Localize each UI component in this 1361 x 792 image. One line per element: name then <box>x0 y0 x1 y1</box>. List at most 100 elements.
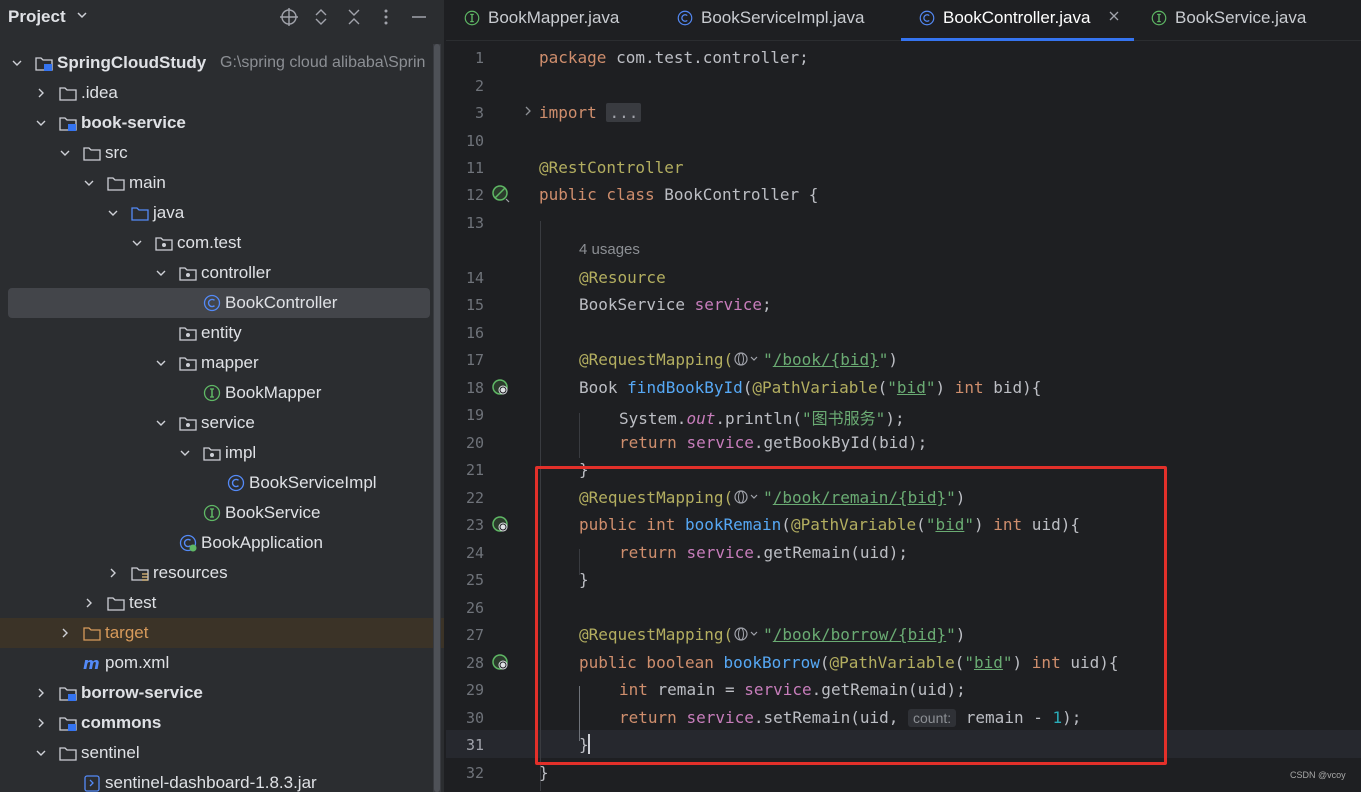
tree-item-label: target <box>105 623 149 642</box>
editor-tab-bar: BookMapper.java BookServiceImpl.java Boo… <box>446 0 1361 41</box>
chevron-right-icon[interactable] <box>82 596 96 610</box>
code-text: bid){ <box>983 378 1042 397</box>
tree-item-impl[interactable]: impl <box>0 438 444 468</box>
field-name: service <box>694 295 763 314</box>
web-endpoint-icon[interactable] <box>491 378 511 398</box>
chevron-down-icon[interactable] <box>76 9 88 21</box>
line-number: 30 <box>465 709 484 727</box>
web-endpoint-icon[interactable] <box>491 653 511 673</box>
tree-item-commons[interactable]: commons <box>0 708 444 738</box>
locate-icon[interactable] <box>279 7 299 27</box>
line-number: 21 <box>465 461 484 479</box>
tree-item-bookservice[interactable]: BookService <box>0 498 444 528</box>
collapse-all-icon[interactable] <box>344 7 364 27</box>
tree-item-sentinel[interactable]: sentinel <box>0 738 444 768</box>
web-endpoint-icon[interactable] <box>491 515 511 535</box>
tree-item-test[interactable]: test <box>0 588 444 618</box>
url-path[interactable]: /book/{bid} <box>773 350 879 369</box>
chevron-down-icon[interactable] <box>154 356 168 370</box>
usages-hint[interactable]: 4 usages <box>579 241 640 258</box>
tree-item-sentinel-dashboard-1-8-3-jar[interactable]: sentinel-dashboard-1.8.3.jar <box>0 768 444 792</box>
tree-item-bookapplication[interactable]: BookApplication <box>0 528 444 558</box>
tree-item-book-service[interactable]: book-service <box>0 108 444 138</box>
code-text: com.test.controller; <box>606 48 809 67</box>
module-folder-icon <box>59 687 77 701</box>
project-title[interactable]: Project <box>8 7 66 27</box>
spring-bean-icon[interactable] <box>491 184 511 204</box>
tree-item-label: test <box>129 593 157 612</box>
chevron-down-icon[interactable] <box>34 746 48 760</box>
chevron-down-icon[interactable] <box>106 206 120 220</box>
keyword: int <box>954 378 984 397</box>
resources-folder-icon <box>131 567 149 581</box>
code-text: ) <box>935 378 955 397</box>
tree-item-label: BookApplication <box>201 533 323 552</box>
tree-item-main[interactable]: main <box>0 168 444 198</box>
jar-icon <box>84 775 100 792</box>
more-options-icon[interactable] <box>376 7 396 27</box>
tree-item-src[interactable]: src <box>0 138 444 168</box>
chevron-down-icon[interactable] <box>130 236 144 250</box>
chevron-down-icon[interactable] <box>154 416 168 430</box>
tree-item-target[interactable]: target <box>0 618 444 648</box>
chevron-down-icon[interactable] <box>82 176 96 190</box>
tree-item-service[interactable]: service <box>0 408 444 438</box>
tree-item-springcloudstudy[interactable]: SpringCloudStudy G:\spring cloud alibaba\… <box>0 48 444 78</box>
tree-item-java[interactable]: java <box>0 198 444 228</box>
tree-item-borrow-service[interactable]: borrow-service <box>0 678 444 708</box>
package-icon <box>179 327 197 341</box>
tree-item-bookmapper[interactable]: BookMapper <box>0 378 444 408</box>
globe-icon[interactable] <box>733 351 763 367</box>
chevron-right-icon[interactable] <box>34 86 48 100</box>
keyword: package <box>539 48 607 67</box>
class-icon <box>227 474 245 492</box>
chevron-down-icon[interactable] <box>154 266 168 280</box>
folded-imports[interactable]: ... <box>606 103 642 122</box>
spring-class-icon <box>179 534 197 552</box>
code-line-17: @RequestMapping("/book/{bid}") <box>579 350 898 369</box>
svg-text:m: m <box>83 654 100 672</box>
tree-item-com-test[interactable]: com.test <box>0 228 444 258</box>
class-icon <box>919 10 935 26</box>
package-icon <box>203 447 221 461</box>
chevron-down-icon[interactable] <box>58 146 72 160</box>
package-icon <box>155 237 173 251</box>
module-folder-icon <box>59 717 77 731</box>
fold-expand-icon[interactable] <box>523 105 533 117</box>
close-icon[interactable] <box>1108 10 1120 22</box>
tree-item-label: BookService <box>225 503 321 522</box>
tree-item-bookserviceimpl[interactable]: BookServiceImpl <box>0 468 444 498</box>
tree-item-pom-xml[interactable]: m pom.xml <box>0 648 444 678</box>
chevron-right-icon[interactable] <box>58 626 72 640</box>
chevron-right-icon[interactable] <box>106 566 120 580</box>
tree-item-idea[interactable]: .idea <box>0 78 444 108</box>
line-number: 31 <box>465 736 484 754</box>
tree-item-resources[interactable]: resources <box>0 558 444 588</box>
tree-item-mapper[interactable]: mapper <box>0 348 444 378</box>
chevron-down-icon[interactable] <box>10 56 24 70</box>
line-number: 26 <box>465 599 484 617</box>
line-number: 17 <box>465 351 484 369</box>
line-number: 16 <box>465 324 484 342</box>
package-icon <box>179 417 197 431</box>
tree-item-controller[interactable]: controller <box>0 258 444 288</box>
tree-item-entity[interactable]: entity <box>0 318 444 348</box>
module-folder-icon <box>59 117 77 131</box>
tree-item-label: src <box>105 143 128 162</box>
editor-gutter: 1 2 3 10 11 12 13 14 15 16 17 18 19 20 21 22 23 24 25 26 27 2… <box>446 41 536 792</box>
line-number: 10 <box>465 132 484 150</box>
code-text: System. <box>619 409 687 428</box>
line-number: 32 <box>465 764 484 782</box>
panel-scrollbar-thumb[interactable] <box>434 44 440 792</box>
chevron-right-icon[interactable] <box>34 686 48 700</box>
expand-all-icon[interactable] <box>311 7 331 27</box>
minimize-icon[interactable] <box>409 7 429 27</box>
chevron-down-icon[interactable] <box>178 446 192 460</box>
chevron-right-icon[interactable] <box>34 716 48 730</box>
tree-item-label: sentinel-dashboard-1.8.3.jar <box>105 773 317 792</box>
tree-item-label: main <box>129 173 166 192</box>
tree-item-bookcontroller[interactable]: BookController <box>0 288 444 318</box>
chevron-down-icon[interactable] <box>34 116 48 130</box>
source-folder-icon <box>131 207 149 221</box>
code-editor[interactable]: 1 2 3 10 11 12 13 14 15 16 17 18 19 20 21 22 23 24 25 26 27 2… <box>446 41 1361 792</box>
